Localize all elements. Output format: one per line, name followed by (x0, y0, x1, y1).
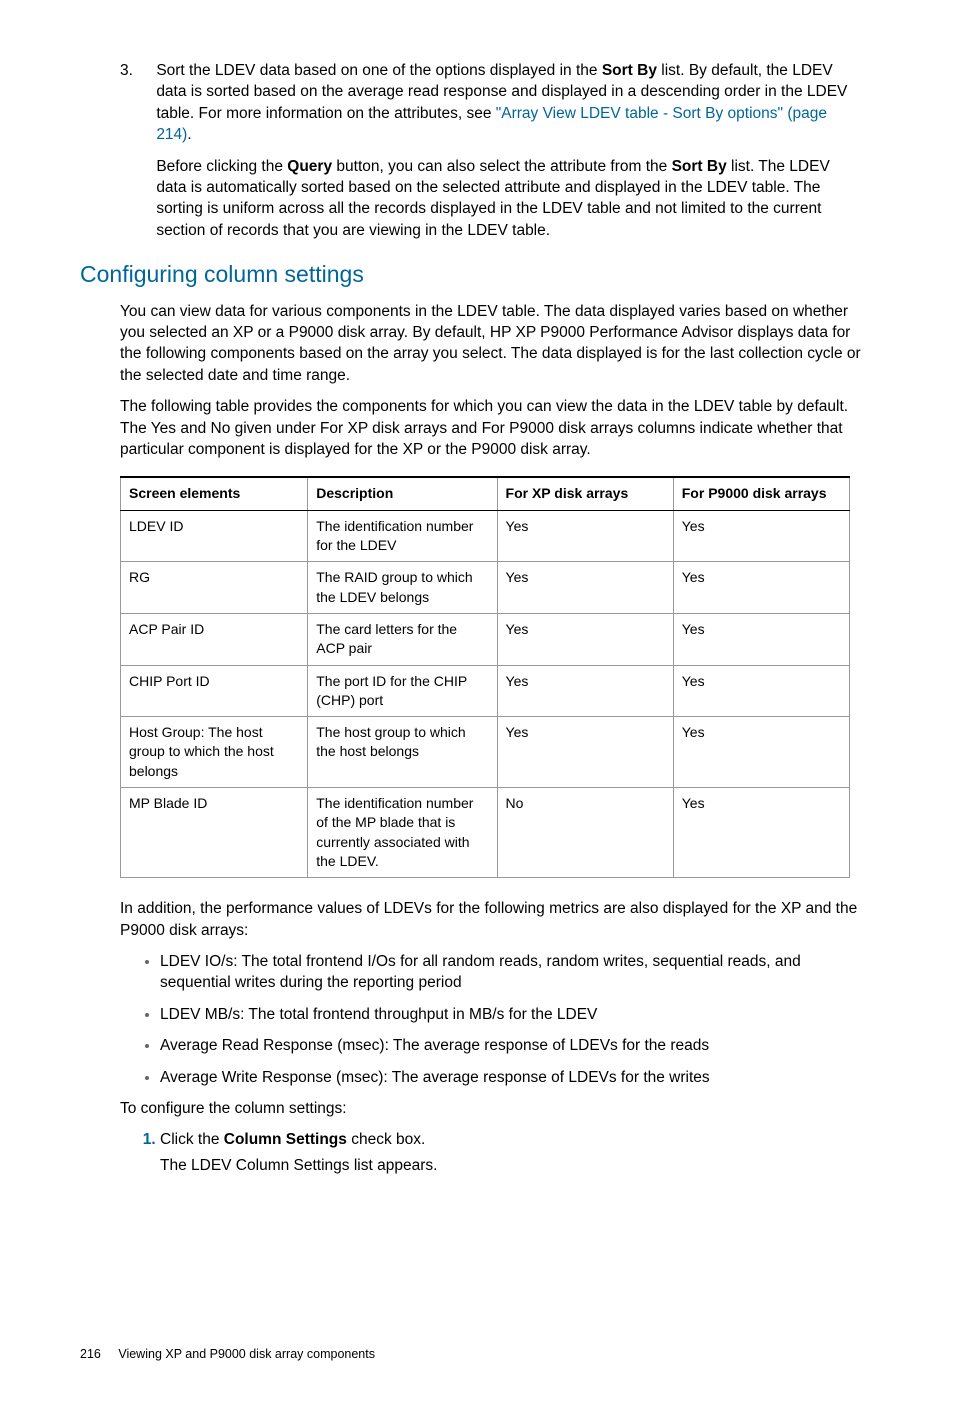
cell: Yes (673, 717, 849, 788)
th-for-p9000: For P9000 disk arrays (673, 477, 849, 510)
list-item: Average Read Response (msec): The averag… (160, 1035, 874, 1056)
list-item: LDEV MB/s: The total frontend throughput… (160, 1004, 874, 1025)
configure-steps: Click the Column Settings check box. The… (120, 1129, 874, 1176)
cell: The port ID for the CHIP (CHP) port (308, 665, 497, 717)
cell: Yes (497, 717, 673, 788)
text: button, you can also select the attribut… (332, 158, 671, 175)
metrics-list: LDEV IO/s: The total frontend I/Os for a… (120, 951, 874, 1088)
cell: Yes (497, 613, 673, 665)
th-for-xp: For XP disk arrays (497, 477, 673, 510)
paragraph: You can view data for various components… (120, 301, 874, 387)
cell: The host group to which the host belongs (308, 717, 497, 788)
paragraph: The following table provides the compone… (120, 396, 874, 460)
text: check box. (347, 1131, 425, 1148)
page-footer: 216 Viewing XP and P9000 disk array comp… (80, 1346, 874, 1363)
list-item: Average Write Response (msec): The avera… (160, 1067, 874, 1088)
cell: The identification number of the MP blad… (308, 788, 497, 878)
cell: MP Blade ID (121, 788, 308, 878)
cell: CHIP Port ID (121, 665, 308, 717)
cell: The card letters for the ACP pair (308, 613, 497, 665)
cell: ACP Pair ID (121, 613, 308, 665)
paragraph: To configure the column settings: (120, 1098, 874, 1119)
text: . (187, 126, 191, 143)
table-row: ACP Pair ID The card letters for the ACP… (121, 613, 850, 665)
step-body: Sort the LDEV data based on one of the o… (156, 60, 856, 241)
cell: Yes (497, 510, 673, 562)
step-3: 3. Sort the LDEV data based on one of th… (120, 60, 874, 241)
table-row: CHIP Port ID The port ID for the CHIP (C… (121, 665, 850, 717)
text: Sort the LDEV data based on one of the o… (156, 62, 602, 79)
bold-sortby2: Sort By (672, 158, 727, 175)
th-screen-elements: Screen elements (121, 477, 308, 510)
list-item: Click the Column Settings check box. The… (160, 1129, 874, 1176)
bold-sortby: Sort By (602, 62, 657, 79)
cell: Host Group: The host group to which the … (121, 717, 308, 788)
cell: Yes (673, 562, 849, 614)
cell: Yes (673, 613, 849, 665)
table-row: Host Group: The host group to which the … (121, 717, 850, 788)
paragraph: In addition, the performance values of L… (120, 898, 874, 941)
cell: No (497, 788, 673, 878)
step-subpara: Before clicking the Query button, you ca… (156, 156, 856, 242)
cell: LDEV ID (121, 510, 308, 562)
table-row: LDEV ID The identification number for th… (121, 510, 850, 562)
cell: The RAID group to which the LDEV belongs (308, 562, 497, 614)
cell: Yes (497, 562, 673, 614)
page-number: 216 (80, 1346, 101, 1363)
list-item: LDEV IO/s: The total frontend I/Os for a… (160, 951, 874, 994)
text: Click the (160, 1131, 224, 1148)
chapter-title: Viewing XP and P9000 disk array componen… (118, 1347, 375, 1361)
step-number: 3. (120, 60, 152, 81)
cell: Yes (673, 510, 849, 562)
text: Before clicking the (156, 158, 287, 175)
table-row: MP Blade ID The identification number of… (121, 788, 850, 878)
cell: Yes (673, 788, 849, 878)
cell: Yes (673, 665, 849, 717)
cell: Yes (497, 665, 673, 717)
table-row: RG The RAID group to which the LDEV belo… (121, 562, 850, 614)
bold-column-settings: Column Settings (224, 1131, 347, 1148)
bold-query: Query (287, 158, 332, 175)
components-table: Screen elements Description For XP disk … (120, 476, 850, 878)
section-heading: Configuring column settings (80, 259, 874, 291)
cell: RG (121, 562, 308, 614)
cell: The identification number for the LDEV (308, 510, 497, 562)
th-description: Description (308, 477, 497, 510)
step-result: The LDEV Column Settings list appears. (160, 1155, 874, 1176)
